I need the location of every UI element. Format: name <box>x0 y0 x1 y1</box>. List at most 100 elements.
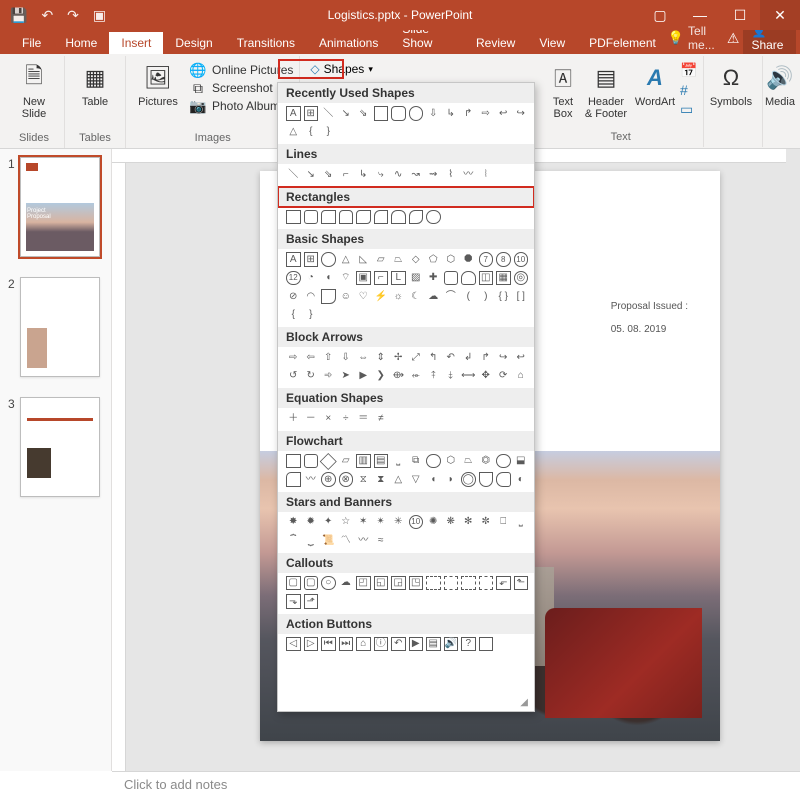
shape-ar-chev[interactable]: ❯ <box>374 369 389 384</box>
shape-arc[interactable]: ⌒ <box>444 289 459 304</box>
shape-fc-tape[interactable]: 〰 <box>304 472 319 487</box>
shape-ribbon-curve-d[interactable]: ⏟ <box>304 533 319 548</box>
shape-pie[interactable]: ◔ <box>304 271 319 286</box>
shape-24star[interactable]: ✻ <box>461 515 476 530</box>
shape-act-blank[interactable] <box>479 637 494 652</box>
shape-oval2[interactable] <box>321 252 336 267</box>
shape-neq[interactable]: ≠ <box>374 411 389 426</box>
shape-callout-a4[interactable]: ⬏ <box>304 594 319 609</box>
shape-act-doc[interactable]: ▤ <box>426 637 441 652</box>
pictures-button[interactable]: 🖼 Pictures <box>132 58 184 108</box>
shape-ar-curve-d[interactable]: ↻ <box>304 369 319 384</box>
shape-fc-manual-op[interactable]: ⏣ <box>479 454 494 469</box>
shape-rect[interactable] <box>286 210 301 225</box>
shape-round-all-rect[interactable] <box>426 210 441 225</box>
notes-pane[interactable]: Click to add notes <box>112 771 800 799</box>
shape-ar-quad[interactable]: ✢ <box>391 350 406 365</box>
shape-lightning[interactable]: ⚡ <box>374 289 389 304</box>
shape-cloud[interactable]: ☁ <box>426 289 441 304</box>
shape-diag-stripe[interactable]: ▨ <box>409 271 424 286</box>
shape-snip-2-rect[interactable] <box>339 210 354 225</box>
shape-teardrop[interactable]: ⌔ <box>339 271 354 286</box>
shape-fc-connector[interactable] <box>496 454 511 469</box>
shape-round-rect2[interactable] <box>304 210 319 225</box>
shape-smiley[interactable]: ☺ <box>339 289 354 304</box>
shape-line-open[interactable]: ⦚ <box>479 167 494 182</box>
shape-right-triangle[interactable]: ◺ <box>356 252 371 267</box>
tab-transitions[interactable]: Transitions <box>225 32 307 54</box>
shape-8[interactable]: 8 <box>496 252 511 267</box>
shape-b1[interactable]: A <box>286 252 301 267</box>
shape-callout-round[interactable]: ▢ <box>304 576 319 591</box>
shape-arrow-right-curve[interactable]: ↪ <box>514 106 529 121</box>
maximize-icon[interactable]: ☐ <box>720 0 760 30</box>
shape-pentagon[interactable]: ⬠ <box>426 252 441 267</box>
shape-callout-cloud[interactable]: ☁ <box>339 576 354 591</box>
redo-icon[interactable]: ↷ <box>67 7 79 24</box>
shape-round-2-rect[interactable] <box>391 210 406 225</box>
shape-arrow-right-bent[interactable]: ↳ <box>444 106 459 121</box>
shape-fc-multi[interactable]: ⧉ <box>409 454 424 469</box>
shape-ar-lrco[interactable]: ⟷ <box>461 369 476 384</box>
shape-ar-uturn[interactable]: ↶ <box>444 350 459 365</box>
shape-bevel[interactable]: ▦ <box>496 271 511 286</box>
tab-view[interactable]: View <box>527 32 577 54</box>
symbols-button[interactable]: Ω Symbols <box>706 58 756 108</box>
shape-line-double[interactable]: ⇘ <box>356 106 371 121</box>
shape-sun[interactable]: ☼ <box>391 289 406 304</box>
shape-act-info[interactable]: ⓘ <box>374 637 389 652</box>
shape-b2[interactable]: ⊞ <box>304 252 319 267</box>
slide-thumbnail-1[interactable]: Project Proposal <box>20 157 100 257</box>
shape-ar-right[interactable]: ⇨ <box>286 350 301 365</box>
shape-text-box-vert[interactable]: ⊞ <box>304 106 319 121</box>
tab-file[interactable]: File <box>10 32 53 54</box>
shape-line-1[interactable]: ＼ <box>286 167 301 182</box>
shape-brace-right[interactable]: } <box>321 125 336 140</box>
shape-curve[interactable]: ∿ <box>391 167 406 182</box>
shape-10[interactable]: 10 <box>514 252 529 267</box>
shape-callout-border4[interactable] <box>479 576 494 591</box>
ribbon-display-icon[interactable]: ▢ <box>640 0 680 30</box>
shape-callout-border2[interactable] <box>444 576 459 591</box>
shape-line-3[interactable]: ⇘ <box>321 167 336 182</box>
shape-hexagon[interactable]: ⬡ <box>444 252 459 267</box>
shape-ar-curve-r[interactable]: ↪ <box>496 350 511 365</box>
text-box-button[interactable]: 🄰 Text Box <box>544 58 582 120</box>
shape-fc-direct[interactable] <box>496 472 511 487</box>
shape-moon[interactable]: ☾ <box>409 289 424 304</box>
shape-plaque[interactable] <box>444 271 459 286</box>
shape-diamond[interactable]: ◇ <box>409 252 424 267</box>
shape-fc-prep[interactable]: ⬡ <box>444 454 459 469</box>
shape-ar-3way[interactable]: ⤢ <box>409 350 424 365</box>
shape-act-help[interactable]: ? <box>461 637 476 652</box>
undo-icon[interactable]: ↶ <box>41 7 53 24</box>
shape-callout-line3[interactable]: ◲ <box>391 576 406 591</box>
shape-brace-l[interactable]: { } <box>496 289 511 304</box>
shape-ar-dco[interactable]: ⤈ <box>444 369 459 384</box>
new-slide-button[interactable]: 🗎 New Slide <box>10 58 58 120</box>
shape-explosion1[interactable]: ✸ <box>286 515 301 530</box>
shape-fc-collate[interactable]: ⧖ <box>356 472 371 487</box>
shape-parallelogram[interactable]: ▱ <box>374 252 389 267</box>
shape-donut[interactable]: ◎ <box>514 271 529 286</box>
shape-line[interactable]: ＼ <box>321 106 336 121</box>
shape-6star[interactable]: ✶ <box>356 515 371 530</box>
shape-ar-uco[interactable]: ⤉ <box>426 369 441 384</box>
shape-ar-curve-u[interactable]: ↺ <box>286 369 301 384</box>
wordart-button[interactable]: A WordArt <box>630 58 680 108</box>
shape-oval[interactable] <box>409 106 424 121</box>
close-icon[interactable]: ✕ <box>760 0 800 30</box>
shape-7star[interactable]: ✴ <box>374 515 389 530</box>
shape-act-back[interactable]: ◁ <box>286 637 301 652</box>
shape-wave[interactable]: 〰 <box>356 533 371 548</box>
shape-callout-line1[interactable]: ◰ <box>356 576 371 591</box>
tab-animations[interactable]: Animations <box>307 32 390 54</box>
shape-fc-data[interactable]: ▱ <box>339 454 354 469</box>
shape-fc-sort[interactable]: ⧗ <box>374 472 389 487</box>
shape-act-return[interactable]: ↶ <box>391 637 406 652</box>
start-from-beginning-icon[interactable]: ▣ <box>93 7 106 24</box>
shape-12star[interactable]: ✺ <box>426 515 441 530</box>
shape-block-arc[interactable]: ◠ <box>304 289 319 304</box>
tab-design[interactable]: Design <box>163 32 224 54</box>
shape-ar-lco[interactable]: ⬰ <box>409 369 424 384</box>
